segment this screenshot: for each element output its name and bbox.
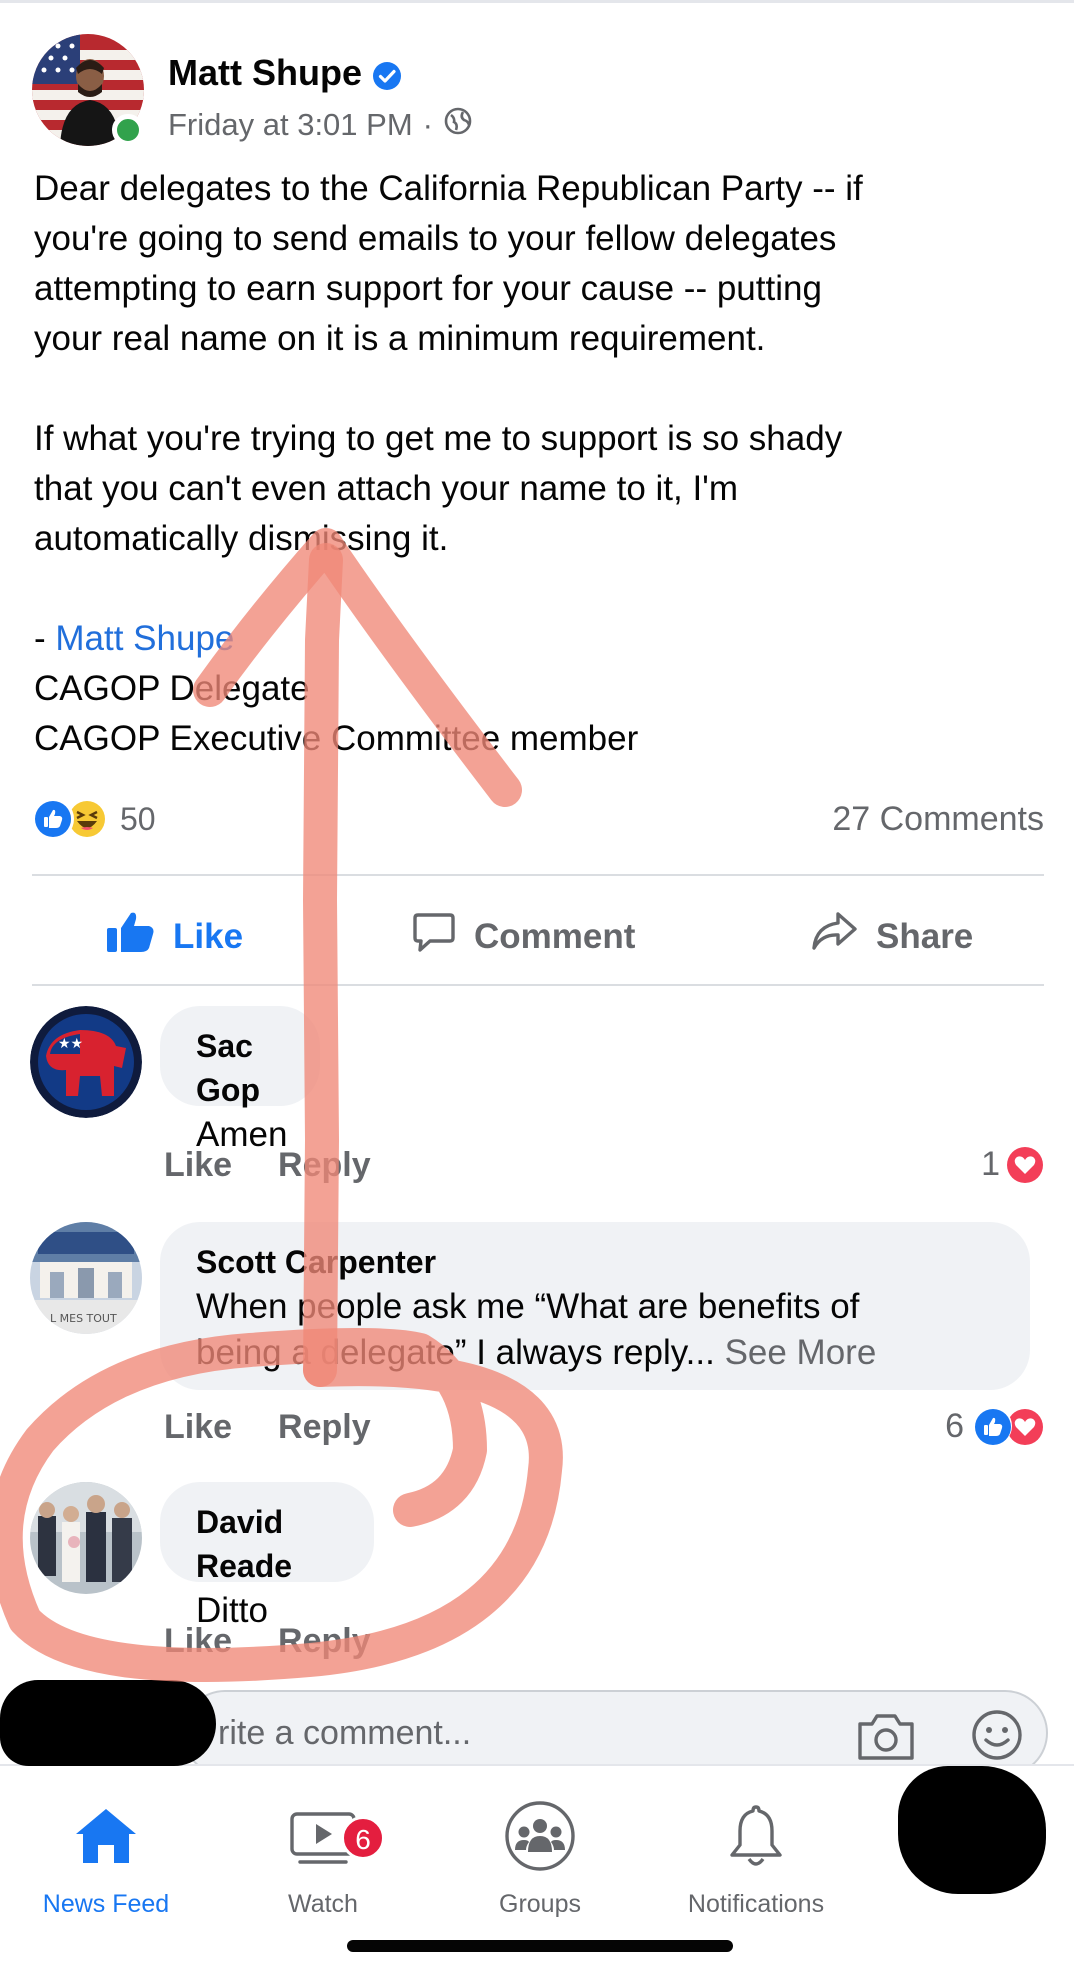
divider [32,874,1044,876]
comment-bubble[interactable]: Scott Carpenter When people ask me “What… [160,1222,1030,1390]
watch-badge: 6 [341,1816,385,1860]
speech-bubble-icon [412,910,456,963]
share-button[interactable]: Share [810,910,973,963]
share-label: Share [876,916,974,956]
comment-actions: Like Reply [164,1408,371,1447]
see-more-link[interactable]: See More [725,1333,877,1372]
share-arrow-icon [810,910,858,963]
comment-bubble[interactable]: David Reade Ditto [160,1482,374,1630]
reaction-count[interactable]: 50 [120,801,156,838]
comment-actions: Like Reply [164,1622,371,1661]
like-reaction-icon [32,798,74,840]
groups-icon [440,1796,640,1876]
love-reaction-icon [1004,1144,1044,1184]
redaction-mark [898,1766,1046,1894]
comment-text-line-2: being a delegate” I always reply... See … [196,1330,1002,1376]
commenter-avatar[interactable]: L MES TOUT [30,1222,142,1334]
comment-reaction-count: 1 [981,1144,1000,1183]
post-text-line: automatically dismissing it. [34,519,449,558]
post-text-line: attempting to earn support for your caus… [34,269,822,308]
svg-text:L MES TOUT: L MES TOUT [50,1312,117,1325]
signature-title: CAGOP Delegate [34,669,310,708]
comment-actions: Like Reply [164,1146,371,1185]
signature-title: CAGOP Executive Committee member [34,719,639,758]
commenter-name[interactable]: Sac Gop [196,1024,292,1112]
comment-text-continued: being a delegate” I always reply... [196,1333,715,1372]
comment-bubble[interactable]: Sac Gop Amen [160,1006,320,1154]
post-header: Matt Shupe Friday at 3:01 PM · [32,34,1032,154]
verified-badge-icon [372,58,402,90]
commenter-name[interactable]: David Reade [196,1500,346,1588]
like-button[interactable]: Like [105,910,243,963]
comment-reply-button[interactable]: Reply [278,1408,371,1447]
comment-reply-button[interactable]: Reply [278,1146,371,1185]
commenter-name[interactable]: Scott Carpenter [196,1240,1002,1284]
commenter-avatar[interactable]: ★★ [30,1006,142,1118]
online-status-dot [112,114,144,146]
comment-count-link[interactable]: 27 Comments [832,800,1044,839]
reactions-summary[interactable]: 50 [32,798,156,840]
comment-button[interactable]: Comment [412,910,1074,963]
post-body: Dear delegates to the California Republi… [34,164,1044,764]
redaction-mark [0,1680,216,1766]
comment-like-button[interactable]: Like [164,1622,232,1661]
comment-reply-button[interactable]: Reply [278,1622,371,1661]
nav-news-feed[interactable]: News Feed [6,1796,206,1919]
comment-text: When people ask me “What are benefits of [196,1287,860,1326]
nav-label: Notifications [687,1890,825,1918]
post-text-line: If what you're trying to get me to suppo… [34,419,843,458]
post-author[interactable]: Matt Shupe [168,52,402,94]
comment-reaction-count: 6 [945,1406,964,1445]
camera-icon[interactable] [856,1712,916,1765]
svg-text:★★: ★★ [58,1036,83,1052]
nav-label: Watch [288,1890,358,1918]
signature-line: - Matt Shupe [34,614,1044,664]
nav-notifications[interactable]: Notifications [656,1796,856,1919]
post-text-line: you're going to send emails to your fell… [34,219,837,258]
like-label: Like [173,916,244,956]
emoji-icon[interactable] [970,1708,1024,1767]
bell-icon [656,1796,856,1876]
commenter-avatar[interactable] [30,1482,142,1594]
comment-reaction-summary[interactable]: 6 [945,1406,1044,1446]
signature-prefix: - [34,619,56,658]
like-reaction-icon [972,1406,1012,1446]
post-meta: Friday at 3:01 PM · [168,106,473,144]
home-indicator [347,1940,733,1952]
post-action-bar: Like Comment Share [0,880,1074,980]
nav-watch[interactable]: 6 Watch [223,1796,423,1919]
comment-input-placeholder: rite a comment... [218,1714,472,1752]
globe-icon[interactable] [443,106,473,144]
post-text-line: Dear delegates to the California Republi… [34,169,863,208]
post-timestamp[interactable]: Friday at 3:01 PM [168,107,413,143]
nav-groups[interactable]: Groups [440,1796,640,1919]
home-icon [6,1796,206,1876]
comment-reaction-summary[interactable]: 1 [981,1144,1044,1184]
comment-like-button[interactable]: Like [164,1408,232,1447]
nav-label: News Feed [42,1890,170,1918]
thumbs-up-icon [105,910,155,963]
divider [32,984,1044,986]
author-name[interactable]: Matt Shupe [168,52,362,94]
top-divider [0,0,1074,3]
post-text-line: that you can't even attach your name to … [34,469,739,508]
video-icon [223,1796,423,1876]
nav-label: Groups [499,1890,581,1918]
signature-profile-link[interactable]: Matt Shupe [55,619,234,658]
post-text-line: your real name on it is a minimum requir… [34,319,766,358]
comment-like-button[interactable]: Like [164,1146,232,1185]
comment-label: Comment [474,916,636,956]
meta-separator: · [422,107,433,142]
